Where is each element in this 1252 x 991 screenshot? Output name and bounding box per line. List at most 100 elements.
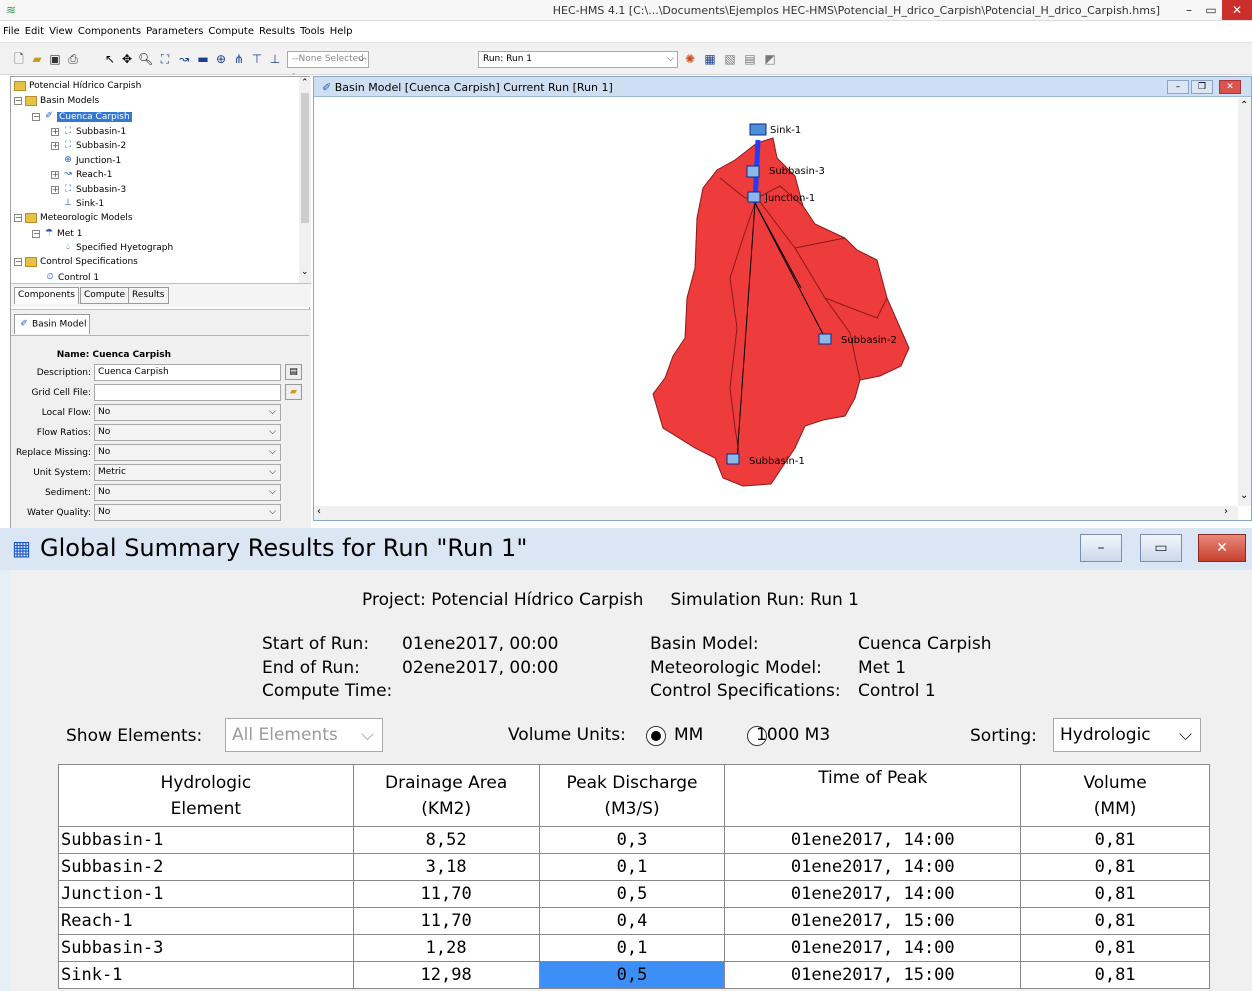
- collapse-icon[interactable]: −: [32, 229, 40, 238]
- map-close-button[interactable]: ✕: [1219, 80, 1241, 94]
- col-hydrologic-element[interactable]: Hydrologic Element: [58, 764, 354, 827]
- tree-element-sink-1[interactable]: ⊥ Sink-1: [62, 197, 104, 210]
- col-peak-discharge[interactable]: Peak Discharge (M3/S): [538, 764, 726, 827]
- table-row[interactable]: Reach-1 11,70 0,4 01ene2017, 15:00 0,81: [58, 907, 1210, 935]
- cell-element[interactable]: Reach-1: [58, 907, 354, 935]
- cell-peak[interactable]: 0,1: [538, 934, 726, 962]
- flow-ratios-select[interactable]: No ⌵: [94, 424, 281, 441]
- unit-system-select[interactable]: Metric ⌵: [94, 464, 281, 481]
- new-file-icon[interactable]: 🗋: [12, 52, 26, 66]
- tree-met-1[interactable]: − ☂ Met 1: [32, 227, 82, 240]
- cell-time[interactable]: 01ene2017, 14:00: [724, 880, 1022, 908]
- map-vertical-scrollbar[interactable]: ⌃ ⌄: [1238, 98, 1251, 506]
- watershed-polygon[interactable]: [652, 137, 910, 487]
- edit-description-icon[interactable]: ▤: [285, 364, 302, 380]
- cell-area[interactable]: 3,18: [352, 853, 540, 881]
- map-restore-button[interactable]: ❐: [1191, 80, 1213, 94]
- sink-tool-icon[interactable]: ⊥: [268, 52, 282, 66]
- basin-map-canvas[interactable]: Sink-1 Subbasin-3 Junction-1 Subbasin-2 …: [325, 98, 1238, 506]
- zoom-tool-icon[interactable]: 🔍︎: [138, 52, 153, 66]
- cell-time[interactable]: 01ene2017, 14:00: [724, 853, 1022, 881]
- expand-icon[interactable]: +: [51, 185, 59, 194]
- tree-basin-cuenca[interactable]: − ✐ Cuenca Carpish: [32, 110, 132, 123]
- tab-components[interactable]: Components: [14, 287, 79, 304]
- cell-area[interactable]: 11,70: [352, 880, 540, 908]
- cell-volume[interactable]: 0,81: [1020, 853, 1210, 881]
- menu-parameters[interactable]: Parameters: [146, 26, 203, 37]
- sediment-select[interactable]: No ⌵: [94, 484, 281, 501]
- cell-volume[interactable]: 0,81: [1020, 934, 1210, 962]
- menu-file[interactable]: File: [3, 26, 20, 37]
- cell-peak[interactable]: 0,3: [538, 826, 726, 854]
- close-button[interactable]: ✕: [1222, 0, 1252, 20]
- volume-mm-radio[interactable]: [646, 726, 666, 746]
- menu-compute[interactable]: Compute: [208, 26, 254, 37]
- col-drainage-area[interactable]: Drainage Area (KM2): [352, 764, 540, 827]
- tree-element-junction-1[interactable]: ⊕ Junction-1: [62, 154, 121, 167]
- arrow-tool-icon[interactable]: ↖: [103, 52, 117, 66]
- open-folder-icon[interactable]: ▰: [30, 52, 44, 66]
- source-tool-icon[interactable]: ⊤: [250, 52, 264, 66]
- cell-time[interactable]: 01ene2017, 15:00: [724, 961, 1022, 989]
- cell-peak[interactable]: 0,1: [538, 853, 726, 881]
- tree-root[interactable]: Potencial Hídrico Carpish: [14, 80, 141, 93]
- scroll-down-icon[interactable]: ⌄: [1240, 490, 1248, 501]
- summary-maximize-button[interactable]: ▭: [1140, 534, 1182, 562]
- scroll-right-icon[interactable]: ›: [1224, 506, 1228, 517]
- cell-time[interactable]: 01ene2017, 14:00: [724, 826, 1022, 854]
- scroll-up-icon[interactable]: ⌃: [1240, 100, 1248, 111]
- tree-control-1[interactable]: ⏲ Control 1: [44, 271, 99, 283]
- col-volume[interactable]: Volume (MM): [1020, 764, 1210, 827]
- junction-tool-icon[interactable]: ⊕: [214, 52, 228, 66]
- open-folder-icon[interactable]: ▰: [285, 384, 302, 400]
- tab-results[interactable]: Results: [128, 287, 169, 304]
- scroll-thumb[interactable]: [301, 93, 309, 223]
- tree-hyetograph[interactable]: 💧︎ Specified Hyetograph: [62, 241, 173, 254]
- tree-met-models[interactable]: − Meteorologic Models: [14, 212, 133, 225]
- collapse-icon[interactable]: −: [14, 213, 22, 222]
- element-select[interactable]: --None Selected-- ⌵: [287, 51, 369, 79]
- summary-close-button[interactable]: ✕: [1198, 534, 1246, 562]
- tree-element-reach-1[interactable]: + ↝ Reach-1: [51, 168, 113, 181]
- map-horizontal-scrollbar[interactable]: ‹ ›: [314, 506, 1238, 520]
- print-icon[interactable]: ⎙: [66, 52, 80, 66]
- maximize-button[interactable]: ▭: [1200, 0, 1222, 20]
- cell-element[interactable]: Junction-1: [58, 880, 354, 908]
- table-row[interactable]: Subbasin-3 1,28 0,1 01ene2017, 14:00 0,8…: [58, 934, 1210, 962]
- compute-run-icon[interactable]: ✺: [683, 52, 697, 66]
- graph-icon[interactable]: ▧: [723, 52, 737, 66]
- menu-tools[interactable]: Tools: [300, 26, 325, 37]
- subbasin-3-node[interactable]: Subbasin-3: [746, 165, 825, 178]
- tree-element-subbasin-1[interactable]: + ⛶ Subbasin-1: [51, 125, 126, 138]
- table-row[interactable]: Junction-1 11,70 0,5 01ene2017, 14:00 0,…: [58, 880, 1210, 908]
- table-icon[interactable]: ▤: [743, 52, 757, 66]
- cell-element[interactable]: Subbasin-3: [58, 934, 354, 962]
- tree-scrollbar[interactable]: ⌃ ⌄: [299, 77, 311, 283]
- table-row[interactable]: Subbasin-2 3,18 0,1 01ene2017, 14:00 0,8…: [58, 853, 1210, 881]
- cell-peak-selected[interactable]: 0,5: [538, 961, 726, 989]
- cell-area[interactable]: 12,98: [352, 961, 540, 989]
- expand-icon[interactable]: +: [51, 141, 59, 150]
- map-minimize-button[interactable]: –: [1167, 80, 1189, 94]
- water-quality-select[interactable]: No ⌵: [94, 504, 281, 521]
- summary-minimize-button[interactable]: –: [1080, 534, 1122, 562]
- menu-results[interactable]: Results: [259, 26, 295, 37]
- local-flow-select[interactable]: No ⌵: [94, 404, 281, 421]
- scroll-up-icon[interactable]: ⌃: [301, 78, 309, 88]
- grid-cell-file-field[interactable]: [94, 384, 281, 401]
- cell-element[interactable]: Sink-1: [58, 961, 354, 989]
- scroll-left-icon[interactable]: ‹: [317, 506, 321, 517]
- junction-1-node[interactable]: Junction-1: [747, 191, 815, 204]
- collapse-icon[interactable]: −: [32, 112, 40, 121]
- expand-icon[interactable]: +: [51, 170, 59, 179]
- diversion-tool-icon[interactable]: ⋔: [232, 52, 246, 66]
- reach-tool-icon[interactable]: ↝: [177, 52, 191, 66]
- cell-volume[interactable]: 0,81: [1020, 880, 1210, 908]
- cell-element[interactable]: Subbasin-2: [58, 853, 354, 881]
- tab-compute[interactable]: Compute: [80, 287, 130, 304]
- tab-basin-model[interactable]: ✐ Basin Model: [14, 314, 91, 334]
- description-field[interactable]: Cuenca Carpish: [94, 364, 281, 381]
- cell-time[interactable]: 01ene2017, 14:00: [724, 934, 1022, 962]
- tree-element-subbasin-3[interactable]: + ⛶ Subbasin-3: [51, 183, 126, 196]
- global-summary-icon[interactable]: ▦: [703, 52, 717, 66]
